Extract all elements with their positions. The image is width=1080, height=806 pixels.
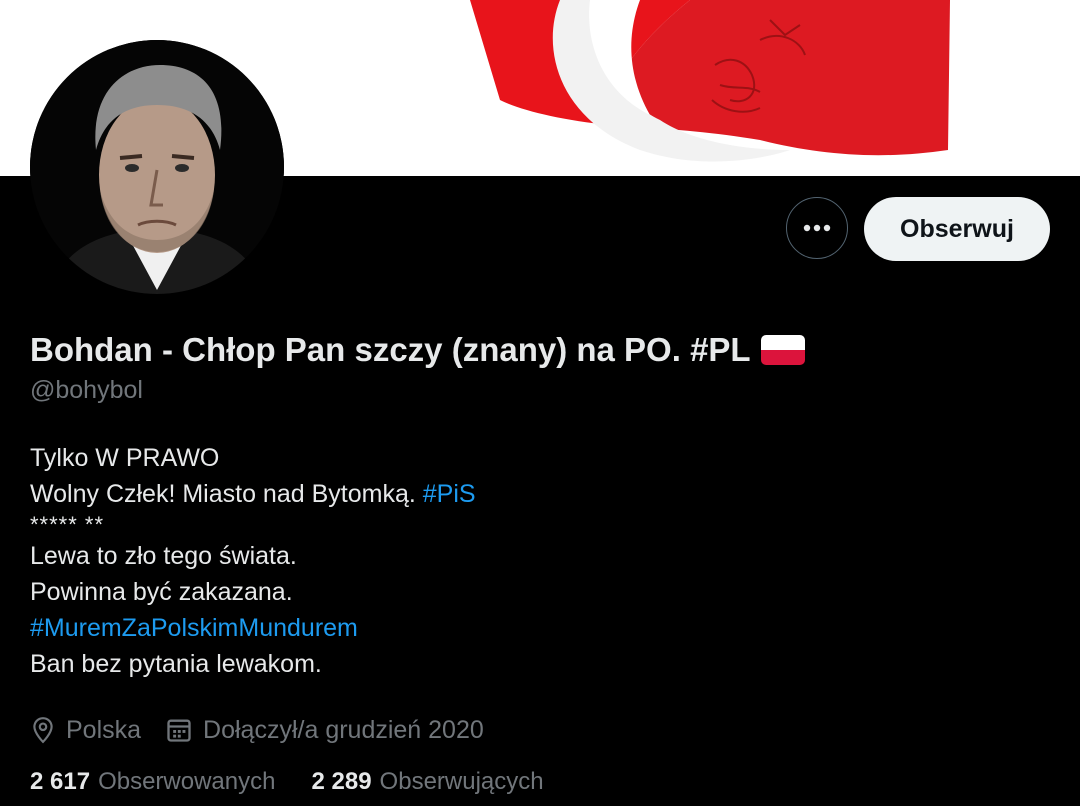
- avatar-photo: [30, 40, 284, 294]
- bio-line: Tylko W PRAWO: [30, 444, 220, 472]
- profile-meta: Polska Dołączył/a grudzień 2020: [30, 710, 484, 750]
- hashtag-link[interactable]: #MuremZaPolskimMundurem: [30, 610, 476, 646]
- bio-line: Ban bez pytania lewakom.: [30, 650, 322, 678]
- calendar-icon: [167, 719, 191, 742]
- following-count: 2 617: [30, 768, 91, 795]
- bio-line: Wolny Człek! Miasto nad Bytomką. #PiS: [30, 476, 476, 512]
- bio-line: Lewa to zło tego świata.: [30, 542, 297, 570]
- join-date-text: Dołączył/a grudzień 2020: [203, 715, 484, 744]
- bio-line: ***** **: [30, 512, 105, 537]
- profile-avatar[interactable]: [30, 40, 284, 294]
- join-date: Dołączył/a grudzień 2020: [165, 716, 484, 745]
- following-label: Obserwowanych: [98, 768, 276, 795]
- profile-name-row: Bohdan - Chłop Pan szczy (znany) na PO. …: [30, 328, 805, 372]
- followers-count: 2 289: [311, 768, 372, 795]
- bio-line: Powinna być zakazana.: [30, 578, 293, 606]
- more-horizontal-icon: [803, 224, 831, 232]
- location-pin-icon: [33, 717, 53, 744]
- poland-flag-icon: [760, 335, 805, 365]
- follow-button-label: Obserwuj: [900, 214, 1014, 243]
- display-name: Bohdan - Chłop Pan szczy (znany) na PO. …: [30, 331, 751, 368]
- follow-button[interactable]: Obserwuj: [864, 197, 1050, 261]
- followers-label: Obserwujących: [379, 768, 544, 795]
- profile-bio: Tylko W PRAWO Wolny Człek! Miasto nad By…: [30, 440, 476, 682]
- follow-stats: 2 617 Obserwowanych 2 289 Obserwujących: [30, 768, 544, 796]
- location-text: Polska: [66, 715, 142, 744]
- following-link[interactable]: 2 617 Obserwowanych: [30, 768, 275, 796]
- location: Polska: [30, 716, 141, 745]
- user-handle: @bohybol: [30, 376, 143, 404]
- bio-text: Wolny Człek! Miasto nad Bytomką.: [30, 480, 423, 508]
- followers-link[interactable]: 2 289 Obserwujących: [311, 768, 543, 796]
- more-options-button[interactable]: [786, 197, 848, 259]
- hashtag-link[interactable]: #PiS: [423, 480, 476, 508]
